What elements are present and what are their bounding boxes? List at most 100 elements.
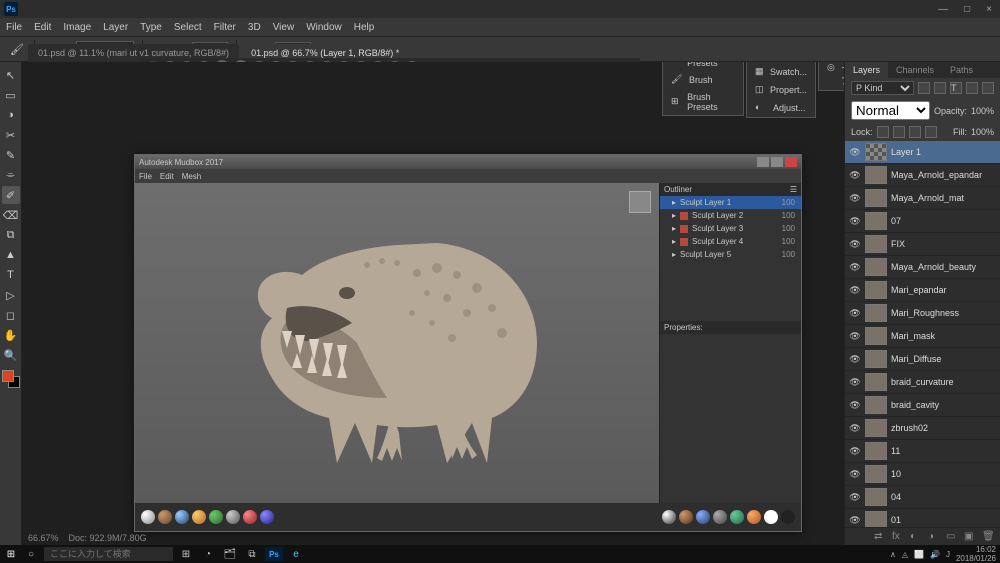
eyedropper-tool[interactable]: ✎	[2, 146, 20, 164]
zoom-tool[interactable]: 🔍	[2, 346, 20, 364]
layer-row[interactable]: 👁 01	[845, 509, 1000, 527]
tree-row[interactable]: ▸Sculpt Layer 5100	[660, 248, 801, 261]
material-ball[interactable]	[764, 510, 778, 524]
new-layer-icon[interactable]: ▣	[964, 531, 976, 543]
menu-window[interactable]: Window	[306, 22, 342, 33]
layer-row[interactable]: 👁 Mari_Diffuse	[845, 348, 1000, 371]
layer-thumbnail[interactable]	[865, 189, 887, 207]
material-ball[interactable]	[713, 510, 727, 524]
layers-list[interactable]: 👁 Layer 1👁 Maya_Arnold_epandar👁 Maya_Arn…	[845, 141, 1000, 527]
layer-row[interactable]: 👁 11	[845, 440, 1000, 463]
layer-row[interactable]: 👁 Mari_epandar	[845, 279, 1000, 302]
volume-icon[interactable]: 🔊	[930, 550, 940, 559]
menu-help[interactable]: Help	[354, 22, 375, 33]
filter-shape-icon[interactable]	[966, 82, 978, 94]
menu-filter[interactable]: Filter	[214, 22, 236, 33]
tray-icon[interactable]: ◬	[902, 550, 908, 559]
embedded-max-button[interactable]	[771, 157, 783, 167]
layer-thumbnail[interactable]	[865, 396, 887, 414]
fill-value[interactable]: 100%	[971, 127, 994, 137]
material-ball[interactable]	[158, 510, 172, 524]
trash-icon[interactable]: 🗑	[982, 531, 994, 543]
layer-row[interactable]: 👁 braid_curvature	[845, 371, 1000, 394]
layer-thumbnail[interactable]	[865, 419, 887, 437]
layer-thumbnail[interactable]	[865, 442, 887, 460]
embedded-close-button[interactable]	[785, 157, 797, 167]
clock-time[interactable]: 16:02	[956, 545, 996, 554]
layer-row[interactable]: 👁 zbrush02	[845, 417, 1000, 440]
viewport-3d[interactable]	[135, 183, 659, 503]
link-layers-icon[interactable]: ⇄	[874, 531, 886, 543]
layer-row[interactable]: 👁 Maya_Arnold_mat	[845, 187, 1000, 210]
maximize-button[interactable]: □	[960, 4, 974, 15]
popup-item[interactable]: ◎ライブ...	[819, 62, 844, 90]
search-input[interactable]	[44, 547, 173, 561]
visibility-toggle-icon[interactable]: 👁	[849, 330, 861, 342]
visibility-toggle-icon[interactable]: 👁	[849, 445, 861, 457]
photoshop-taskbar-icon[interactable]: Ps	[265, 547, 283, 561]
visibility-toggle-icon[interactable]: 👁	[849, 261, 861, 273]
swatches[interactable]	[2, 370, 20, 388]
tree-row[interactable]: ▸Sculpt Layer 3100	[660, 222, 801, 235]
layer-thumbnail[interactable]	[865, 235, 887, 253]
layer-thumbnail[interactable]	[865, 212, 887, 230]
layer-thumbnail[interactable]	[865, 143, 887, 161]
mask-icon[interactable]: ◐	[910, 531, 922, 543]
start-button[interactable]: ⊞	[4, 547, 18, 561]
healing-tool[interactable]: ⌯	[2, 166, 20, 184]
zoom-value[interactable]: 66.67%	[28, 533, 59, 543]
edge-icon[interactable]: e	[287, 547, 305, 561]
layer-row[interactable]: 👁 Maya_Arnold_epandar	[845, 164, 1000, 187]
material-ball[interactable]	[781, 510, 795, 524]
lock-position-icon[interactable]	[909, 126, 921, 138]
material-ball[interactable]	[747, 510, 761, 524]
layer-thumbnail[interactable]	[865, 488, 887, 506]
menu-select[interactable]: Select	[174, 22, 202, 33]
filter-type-icon[interactable]: T	[950, 82, 962, 94]
tree-row[interactable]: ▸Sculpt Layer 2100	[660, 209, 801, 222]
tool-preset-picker[interactable]: 🖌	[8, 40, 26, 58]
menu-edit[interactable]: Edit	[34, 22, 51, 33]
eraser-tool[interactable]: ⌫	[2, 206, 20, 224]
filter-pixel-icon[interactable]	[918, 82, 930, 94]
layer-thumbnail[interactable]	[865, 304, 887, 322]
material-ball[interactable]	[175, 510, 189, 524]
foreground-color[interactable]	[2, 370, 14, 382]
chrome-icon[interactable]: ◔	[199, 547, 217, 561]
lasso-tool[interactable]: ◑	[2, 106, 20, 124]
tab-layers[interactable]: Layers	[845, 62, 888, 78]
layer-row[interactable]: 👁 04	[845, 486, 1000, 509]
clone-tool[interactable]: ⧉	[2, 226, 20, 244]
embedded-menu-item[interactable]: File	[139, 172, 152, 181]
fx-icon[interactable]: fx	[892, 531, 904, 543]
move-tool[interactable]: ↖	[2, 66, 20, 84]
popup-item[interactable]: ⎌Brush Presets	[663, 62, 743, 71]
task-view-icon[interactable]: ⊞	[177, 547, 195, 561]
popup-item[interactable]: ⊞Brush Presets	[663, 89, 743, 115]
menu-view[interactable]: View	[273, 22, 295, 33]
blend-mode-select[interactable]: Normal	[851, 101, 930, 120]
visibility-toggle-icon[interactable]: 👁	[849, 514, 861, 526]
tab-channels[interactable]: Channels	[888, 62, 942, 78]
material-ball[interactable]	[679, 510, 693, 524]
clock-date[interactable]: 2018/01/26	[956, 554, 996, 563]
visibility-toggle-icon[interactable]: 👁	[849, 284, 861, 296]
material-ball[interactable]	[696, 510, 710, 524]
visibility-toggle-icon[interactable]: 👁	[849, 238, 861, 250]
layer-thumbnail[interactable]	[865, 350, 887, 368]
menu-image[interactable]: Image	[63, 22, 91, 33]
embedded-menu-item[interactable]: Mesh	[182, 172, 202, 181]
type-tool[interactable]: T	[2, 266, 20, 284]
visibility-toggle-icon[interactable]: 👁	[849, 422, 861, 434]
material-ball[interactable]	[226, 510, 240, 524]
popup-item[interactable]: ▦Swatch...	[747, 63, 815, 81]
material-ball[interactable]	[141, 510, 155, 524]
expand-icon[interactable]: ▸	[672, 250, 676, 259]
visibility-toggle-icon[interactable]: 👁	[849, 353, 861, 365]
material-ball[interactable]	[662, 510, 676, 524]
app-icon[interactable]: ⧉	[243, 547, 261, 561]
lock-transparent-icon[interactable]	[877, 126, 889, 138]
tray-up-icon[interactable]: ∧	[890, 550, 896, 559]
expand-icon[interactable]: ▸	[672, 237, 676, 246]
visibility-toggle-icon[interactable]: 👁	[849, 169, 861, 181]
